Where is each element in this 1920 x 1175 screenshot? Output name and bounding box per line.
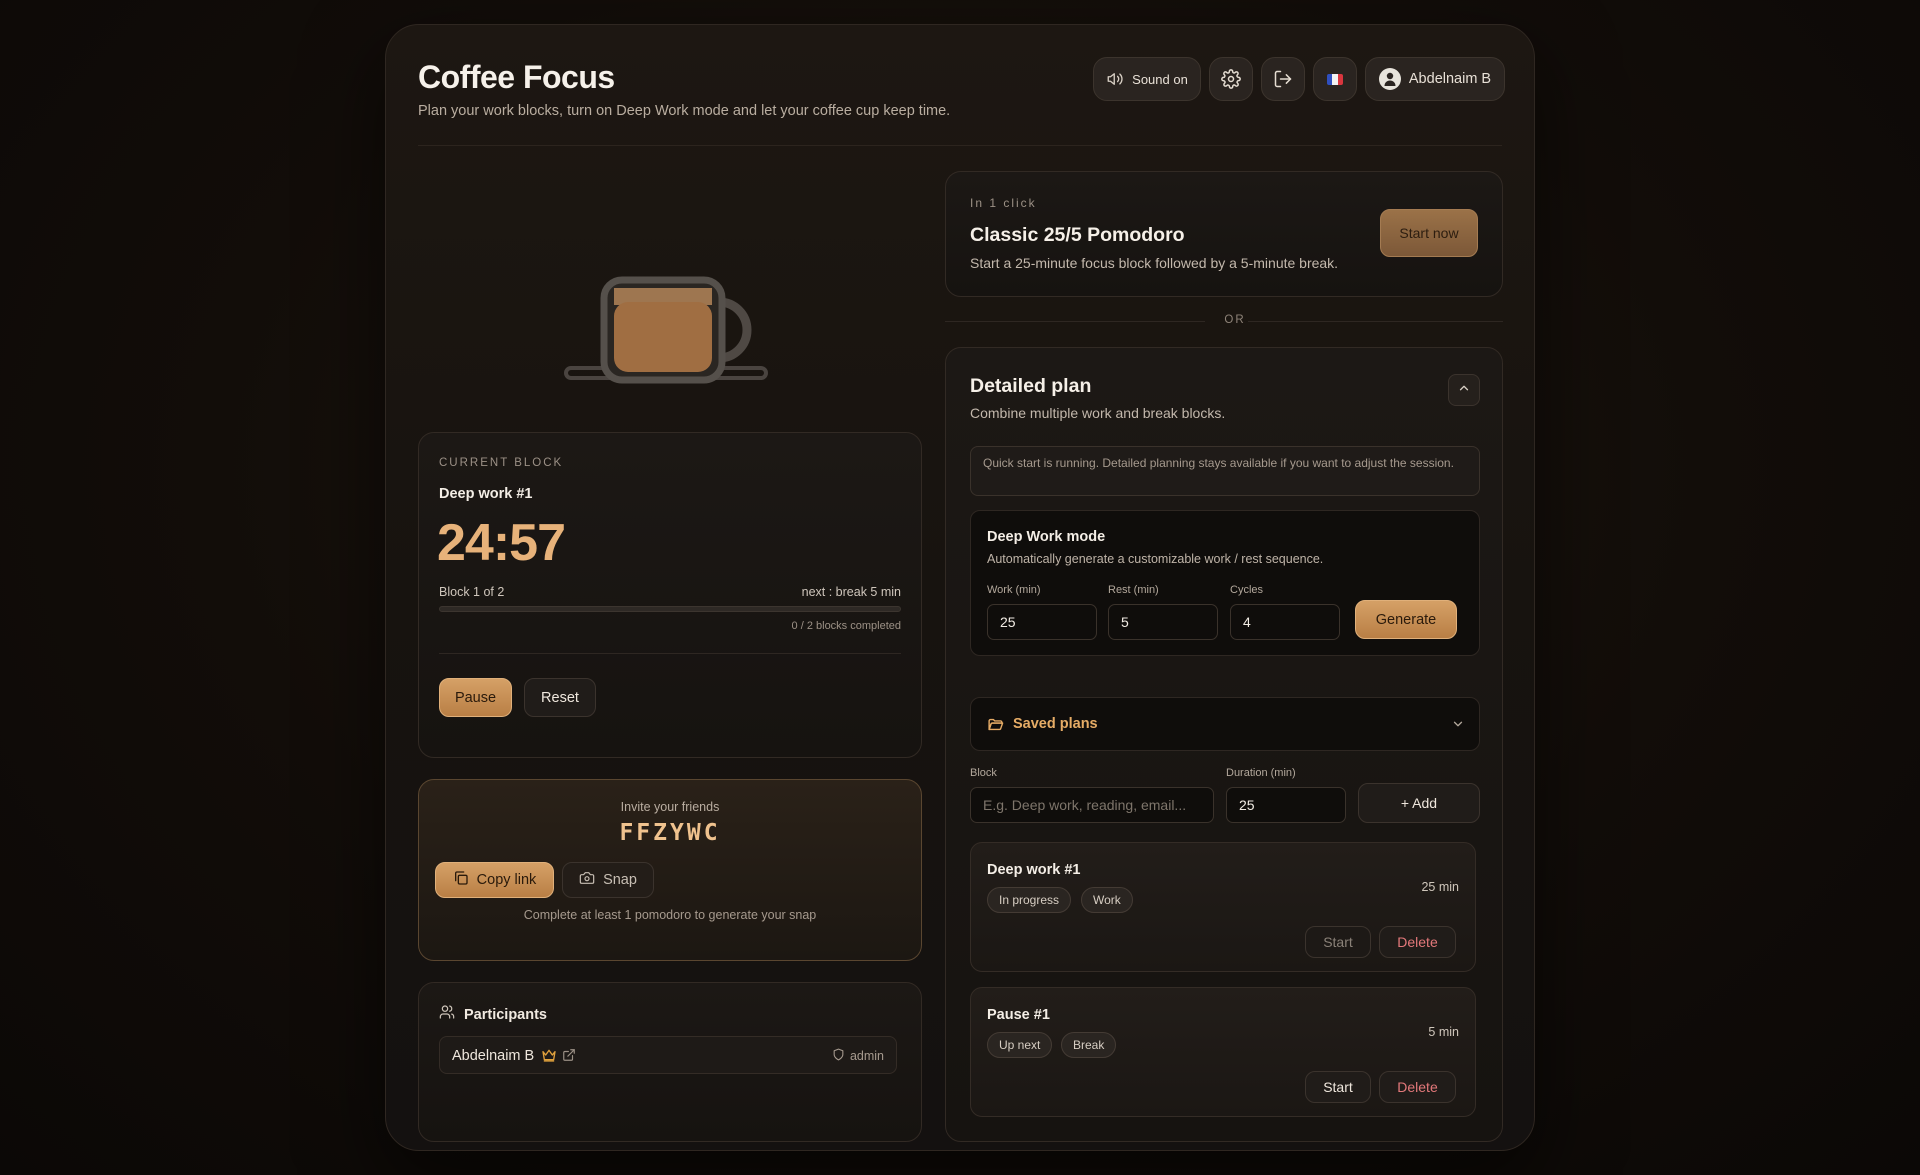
status-badge: In progress [987,887,1072,913]
delete-block-button[interactable]: Delete [1379,1071,1456,1103]
user-menu-button[interactable]: Abdelnaim B [1365,57,1505,101]
sound-toggle-button[interactable]: Sound on [1093,57,1201,101]
deep-work-description: Automatically generate a customizable wo… [987,552,1324,566]
type-badge: Break [1061,1032,1117,1058]
participants-header: Participants [439,1004,547,1025]
app-subtitle: Plan your work blocks, turn on Deep Work… [418,103,951,119]
current-block-label: CURRENT BLOCK [439,457,564,469]
coffee-cup-illustration [564,230,794,390]
delete-block-button[interactable]: Delete [1379,926,1456,958]
snap-note: Complete at least 1 pomodoro to generate… [523,908,817,922]
status-badge: Up next [987,1032,1053,1058]
next-block-info: next : break 5 min [801,585,901,599]
invite-code: FFZYWC [619,820,721,846]
user-name: Abdelnaim B [1408,71,1492,87]
start-block-button[interactable]: Start [1305,1071,1371,1103]
plan-block-name: Deep work #1 [987,862,1081,878]
logout-icon [1273,69,1293,89]
timer-display: 24:57 [437,514,566,572]
invite-label: Invite your friends [620,800,720,814]
settings-button[interactable] [1209,57,1253,101]
rest-min-label: Rest (min) [1108,584,1159,596]
copy-icon [453,870,469,890]
pause-button[interactable]: Pause [439,678,512,717]
shield-icon [832,1048,845,1064]
deep-work-panel: Deep Work mode Automatically generate a … [970,510,1480,656]
add-block-button[interactable]: + Add [1358,783,1480,823]
duration-label: Duration (min) [1226,767,1296,779]
deep-work-title: Deep Work mode [987,529,1106,545]
work-min-label: Work (min) [987,584,1041,596]
plan-block-item: Deep work #1 25 min In progress Work Sta… [970,842,1476,972]
users-icon [439,1004,455,1025]
or-divider-text: OR [1224,314,1246,326]
plan-block-item: Pause #1 5 min Up next Break Start Delet… [970,987,1476,1117]
chevron-up-icon [1457,381,1471,400]
card-divider [439,653,901,654]
app-title: Coffee Focus [418,59,615,95]
generate-button[interactable]: Generate [1355,600,1457,639]
cycles-label: Cycles [1230,584,1264,596]
type-badge: Work [1081,887,1133,913]
copy-link-label: Copy link [476,872,537,888]
current-block-name: Deep work #1 [439,486,533,502]
sound-label: Sound on [1132,71,1188,87]
block-progress-bar [439,606,901,612]
plan-block-name: Pause #1 [987,1007,1050,1023]
logout-button[interactable] [1261,57,1305,101]
saved-plans-toggle[interactable]: Saved plans [970,697,1480,751]
copy-link-button[interactable]: Copy link [435,862,554,898]
admin-badge: admin [832,1048,884,1064]
start-block-button[interactable]: Start [1305,926,1371,958]
language-button[interactable] [1313,57,1357,101]
crown-icon [541,1047,557,1068]
participant-name: Abdelnaim B [452,1048,535,1064]
camera-icon [579,870,595,890]
saved-plans-label: Saved plans [1013,716,1098,732]
start-now-button[interactable]: Start now [1380,209,1478,257]
folder-icon [987,716,1004,738]
participant-role: admin [849,1049,884,1063]
detailed-plan-description: Combine multiple work and break blocks. [970,405,1226,421]
quick-start-description: Start a 25-minute focus block followed b… [970,255,1339,271]
duration-input[interactable]: 25 [1226,787,1346,823]
blocks-completed: 0 / 2 blocks completed [791,620,901,632]
participants-title: Participants [464,1006,547,1023]
app-window: Coffee Focus Plan your work blocks, turn… [385,24,1535,1151]
chevron-down-icon [1451,717,1465,736]
block-name-label: Block [970,767,997,779]
participants-card: Participants Abdelnaim B admin [418,982,922,1142]
header-divider [418,145,1502,146]
plan-block-duration: 25 min [1421,880,1459,894]
reset-button[interactable]: Reset [524,678,596,717]
speaker-icon [1106,70,1124,88]
detailed-plan-title: Detailed plan [970,375,1092,397]
quick-start-card: In 1 click Classic 25/5 Pomodoro Start a… [945,171,1503,297]
invite-card: Invite your friends FFZYWC Copy link Sna… [418,779,922,961]
work-min-input[interactable]: 25 [987,604,1097,640]
snap-label: Snap [603,872,637,888]
external-link-icon[interactable] [562,1048,576,1067]
block-counter: Block 1 of 2 [439,585,505,599]
plan-block-duration: 5 min [1428,1025,1459,1039]
gear-icon [1221,69,1241,89]
participant-row: Abdelnaim B admin [439,1036,897,1074]
block-name-input[interactable] [970,787,1214,823]
detailed-plan-card: Detailed plan Combine multiple work and … [945,347,1503,1142]
collapse-button[interactable] [1448,374,1480,406]
avatar [1378,68,1401,90]
quick-start-notice: Quick start is running. Detailed plannin… [970,446,1480,496]
rest-min-input[interactable]: 5 [1108,604,1218,640]
quick-start-eyebrow: In 1 click [970,196,1037,210]
or-divider-left [945,321,1205,322]
quick-start-title: Classic 25/5 Pomodoro [970,224,1185,246]
current-block-card: CURRENT BLOCK Deep work #1 24:57 Block 1… [418,432,922,758]
cycles-input[interactable]: 4 [1230,604,1340,640]
snap-button[interactable]: Snap [562,862,654,898]
france-flag-icon [1327,73,1343,85]
or-divider-right [1248,321,1503,322]
